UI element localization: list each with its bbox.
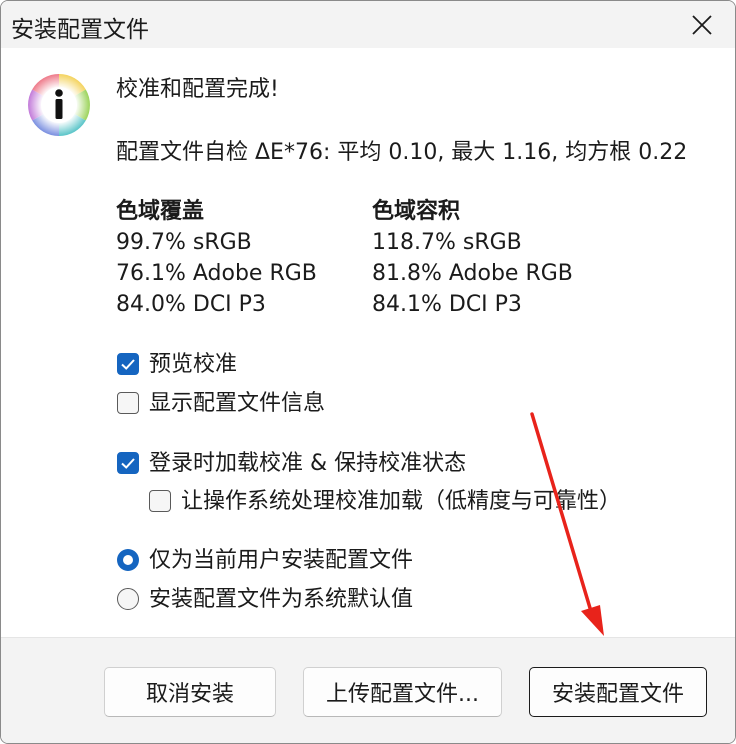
checkmark-icon [121, 458, 135, 469]
cancel-install-button[interactable]: 取消安装 [104, 667, 276, 717]
close-icon [692, 14, 712, 35]
gamut-coverage-title: 色域覆盖 [116, 199, 205, 224]
info-icon [28, 74, 90, 136]
gamut-coverage-srgb: 99.7% sRGB [116, 230, 252, 255]
preview-calibration-label[interactable]: 预览校准 [149, 350, 237, 380]
completion-heading: 校准和配置完成! [116, 77, 279, 102]
title-bar: 安装配置文件 [1, 1, 735, 48]
show-profile-info-checkbox[interactable] [117, 392, 139, 414]
profile-self-check: 配置文件自检 ΔE*76: 平均 0.10, 最大 1.16, 均方根 0.22 [116, 140, 688, 165]
install-system-default-label[interactable]: 安装配置文件为系统默认值 [149, 585, 413, 615]
load-calibration-on-login-checkbox[interactable] [117, 452, 139, 474]
os-handles-calibration-checkbox[interactable] [149, 490, 171, 512]
gamut-volume-adobe-rgb: 81.8% Adobe RGB [372, 261, 573, 286]
load-calibration-on-login-label[interactable]: 登录时加载校准 & 保持校准状态 [149, 449, 466, 479]
gamut-coverage-adobe-rgb: 76.1% Adobe RGB [116, 261, 317, 286]
gamut-volume-srgb: 118.7% sRGB [372, 230, 522, 255]
install-profile-button[interactable]: 安装配置文件 [529, 667, 707, 717]
os-handles-calibration-label[interactable]: 让操作系统处理校准加载（低精度与可靠性） [181, 487, 621, 517]
install-current-user-label[interactable]: 仅为当前用户安装配置文件 [149, 546, 413, 576]
checkmark-icon [121, 359, 135, 370]
close-button[interactable] [669, 1, 735, 48]
install-current-user-radio[interactable] [117, 549, 139, 571]
gamut-volume-title: 色域容积 [372, 199, 461, 224]
show-profile-info-label[interactable]: 显示配置文件信息 [149, 389, 325, 419]
gamut-coverage-dci-p3: 84.0% DCI P3 [116, 292, 266, 317]
install-profile-dialog: 安装配置文件 校准和配置完成! 配置文件自检 ΔE*76: 平均 0.10, 最… [0, 0, 736, 744]
gamut-volume-dci-p3: 84.1% DCI P3 [372, 292, 522, 317]
preview-calibration-checkbox[interactable] [117, 353, 139, 375]
install-system-default-radio[interactable] [117, 588, 139, 610]
upload-profile-button[interactable]: 上传配置文件... [303, 667, 502, 717]
window-title: 安装配置文件 [11, 17, 149, 43]
